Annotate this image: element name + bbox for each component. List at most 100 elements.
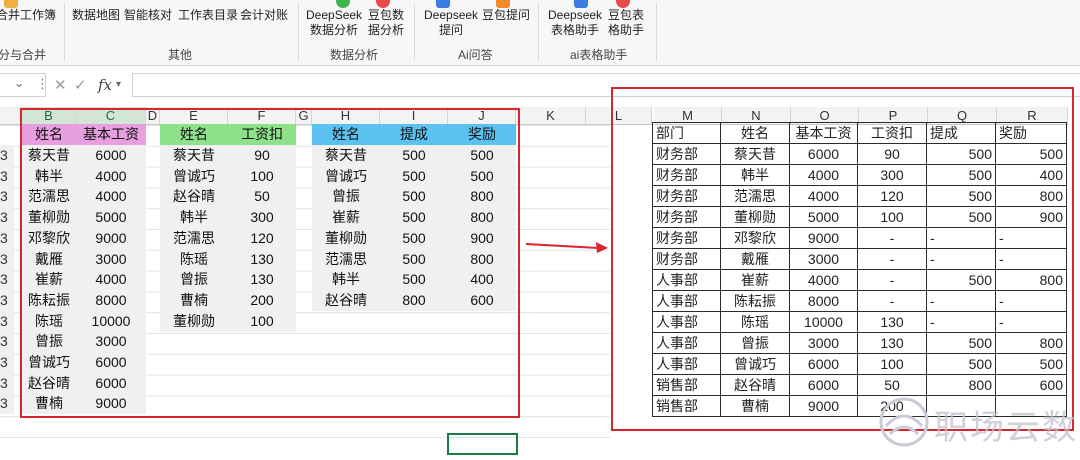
result-cell[interactable]: 6000 [789,374,858,396]
result-cell[interactable]: 陈瑶 [720,311,790,333]
doubao-table-button[interactable]: 豆包表 格助手 [608,8,644,38]
data-map-button[interactable]: 数据地图 [72,8,120,23]
result-cell[interactable]: 戴雁 [720,248,790,270]
result-cell[interactable]: 陈耘振 [720,290,790,312]
result-cell[interactable]: 800 [995,332,1067,354]
row-prefix-value[interactable]: 3 [0,248,14,270]
row-prefix-value[interactable]: 3 [0,331,14,353]
row-prefix-value[interactable]: 3 [0,310,14,332]
column-header-a[interactable] [0,107,22,125]
result-cell[interactable]: 400 [995,164,1067,186]
result-cell[interactable]: - [926,290,996,312]
result-cell[interactable]: 财务部 [652,143,721,165]
result-header-cell[interactable]: 奖励 [995,122,1067,144]
result-cell[interactable]: 邓黎欣 [720,227,790,249]
doubao-analysis-button[interactable]: 豆包数 据分析 [368,8,404,38]
row-prefix-value[interactable]: 3 [0,289,14,311]
accounting-button[interactable]: 会计对账 [240,8,288,23]
deepseek-table-button[interactable]: Deepseek 表格助手 [548,8,602,38]
result-cell[interactable]: - [857,248,927,270]
deepseek-ask-button[interactable]: Deepseek 提问 [424,8,478,38]
confirm-icon[interactable]: ✓ [74,76,87,94]
result-cell[interactable]: - [995,248,1067,270]
result-header-cell[interactable]: 提成 [926,122,996,144]
result-cell[interactable]: 500 [926,206,996,228]
fx-icon[interactable]: fx [98,76,112,94]
result-cell[interactable]: 韩半 [720,164,790,186]
result-cell[interactable]: 人事部 [652,353,721,375]
result-cell[interactable]: 50 [857,374,927,396]
row-prefix-value[interactable]: 3 [0,269,14,291]
result-cell[interactable]: 120 [857,185,927,207]
row-prefix-value[interactable]: 3 [0,352,14,373]
result-cell[interactable]: 800 [995,185,1067,207]
result-cell[interactable]: - [995,311,1067,333]
deepseek-analysis-button[interactable]: DeepSeek 数据分析 [306,8,362,38]
result-cell[interactable]: 销售部 [652,374,721,396]
row-prefix-value[interactable]: 3 [0,227,14,249]
result-cell[interactable]: 9000 [789,227,858,249]
result-header-cell[interactable]: 部门 [652,122,721,144]
result-cell[interactable]: 500 [995,353,1067,375]
result-cell[interactable]: 蔡天昔 [720,143,790,165]
result-cell[interactable]: 500 [926,353,996,375]
row-prefix-value[interactable]: 3 [0,207,14,229]
result-cell[interactable]: - [857,290,927,312]
doubao-ask-button[interactable]: 豆包提问 [482,8,530,23]
result-cell[interactable]: - [926,248,996,270]
result-cell[interactable]: - [857,227,927,249]
result-cell[interactable]: 财务部 [652,227,721,249]
result-cell[interactable]: - [857,269,927,291]
active-cell[interactable] [447,433,518,455]
result-cell[interactable]: 300 [857,164,927,186]
result-cell[interactable]: 9000 [789,395,858,417]
merge-workbook-button[interactable]: 合并工作簿 [0,8,56,23]
column-header-k[interactable]: K [516,107,586,125]
result-header-cell[interactable]: 工资扣 [857,122,927,144]
row-prefix-value[interactable]: 3 [0,186,14,208]
result-cell[interactable]: 6000 [789,353,858,375]
row-prefix-value[interactable]: 3 [0,372,14,394]
result-cell[interactable]: 财务部 [652,164,721,186]
result-cell[interactable]: - [995,227,1067,249]
result-cell[interactable]: 曾诚巧 [720,353,790,375]
result-cell[interactable]: 500 [926,164,996,186]
result-cell[interactable]: 800 [995,269,1067,291]
result-cell[interactable]: 8000 [789,290,858,312]
result-cell[interactable]: 90 [857,143,927,165]
result-cell[interactable]: 销售部 [652,395,721,417]
result-cell[interactable]: 人事部 [652,269,721,291]
result-cell[interactable]: 10000 [789,311,858,333]
result-header-cell[interactable]: 姓名 [720,122,790,144]
smart-check-button[interactable]: 智能核对 [124,8,172,23]
result-cell[interactable]: 500 [926,269,996,291]
result-cell[interactable]: 财务部 [652,248,721,270]
result-cell[interactable]: 900 [995,206,1067,228]
result-cell[interactable]: - [926,227,996,249]
result-cell[interactable]: 100 [857,206,927,228]
cancel-icon[interactable]: ✕ [54,76,67,94]
chevron-down-icon[interactable]: ⌄ [14,76,24,90]
result-cell[interactable]: 3000 [789,332,858,354]
result-cell[interactable]: 600 [995,374,1067,396]
result-cell[interactable]: 5000 [789,206,858,228]
result-cell[interactable]: 100 [857,353,927,375]
result-cell[interactable]: 6000 [789,143,858,165]
result-cell[interactable]: 崔薪 [720,269,790,291]
result-cell[interactable]: 曾振 [720,332,790,354]
row-prefix-value[interactable]: 3 [0,145,14,166]
result-cell[interactable]: - [995,290,1067,312]
result-cell[interactable]: 4000 [789,185,858,207]
result-cell[interactable]: 范濡思 [720,185,790,207]
result-cell[interactable]: 500 [926,143,996,165]
result-cell[interactable]: 4000 [789,269,858,291]
result-cell[interactable]: 人事部 [652,332,721,354]
fx-dropdown-icon[interactable]: ▾ [116,79,121,90]
result-cell[interactable]: 赵谷晴 [720,374,790,396]
result-cell[interactable]: 董柳勋 [720,206,790,228]
row-prefix-value[interactable]: 3 [0,393,14,415]
sheet-toc-button[interactable]: 工作表目录 [178,8,238,23]
result-cell[interactable]: 3000 [789,248,858,270]
result-cell[interactable]: - [926,311,996,333]
result-cell[interactable]: 4000 [789,164,858,186]
